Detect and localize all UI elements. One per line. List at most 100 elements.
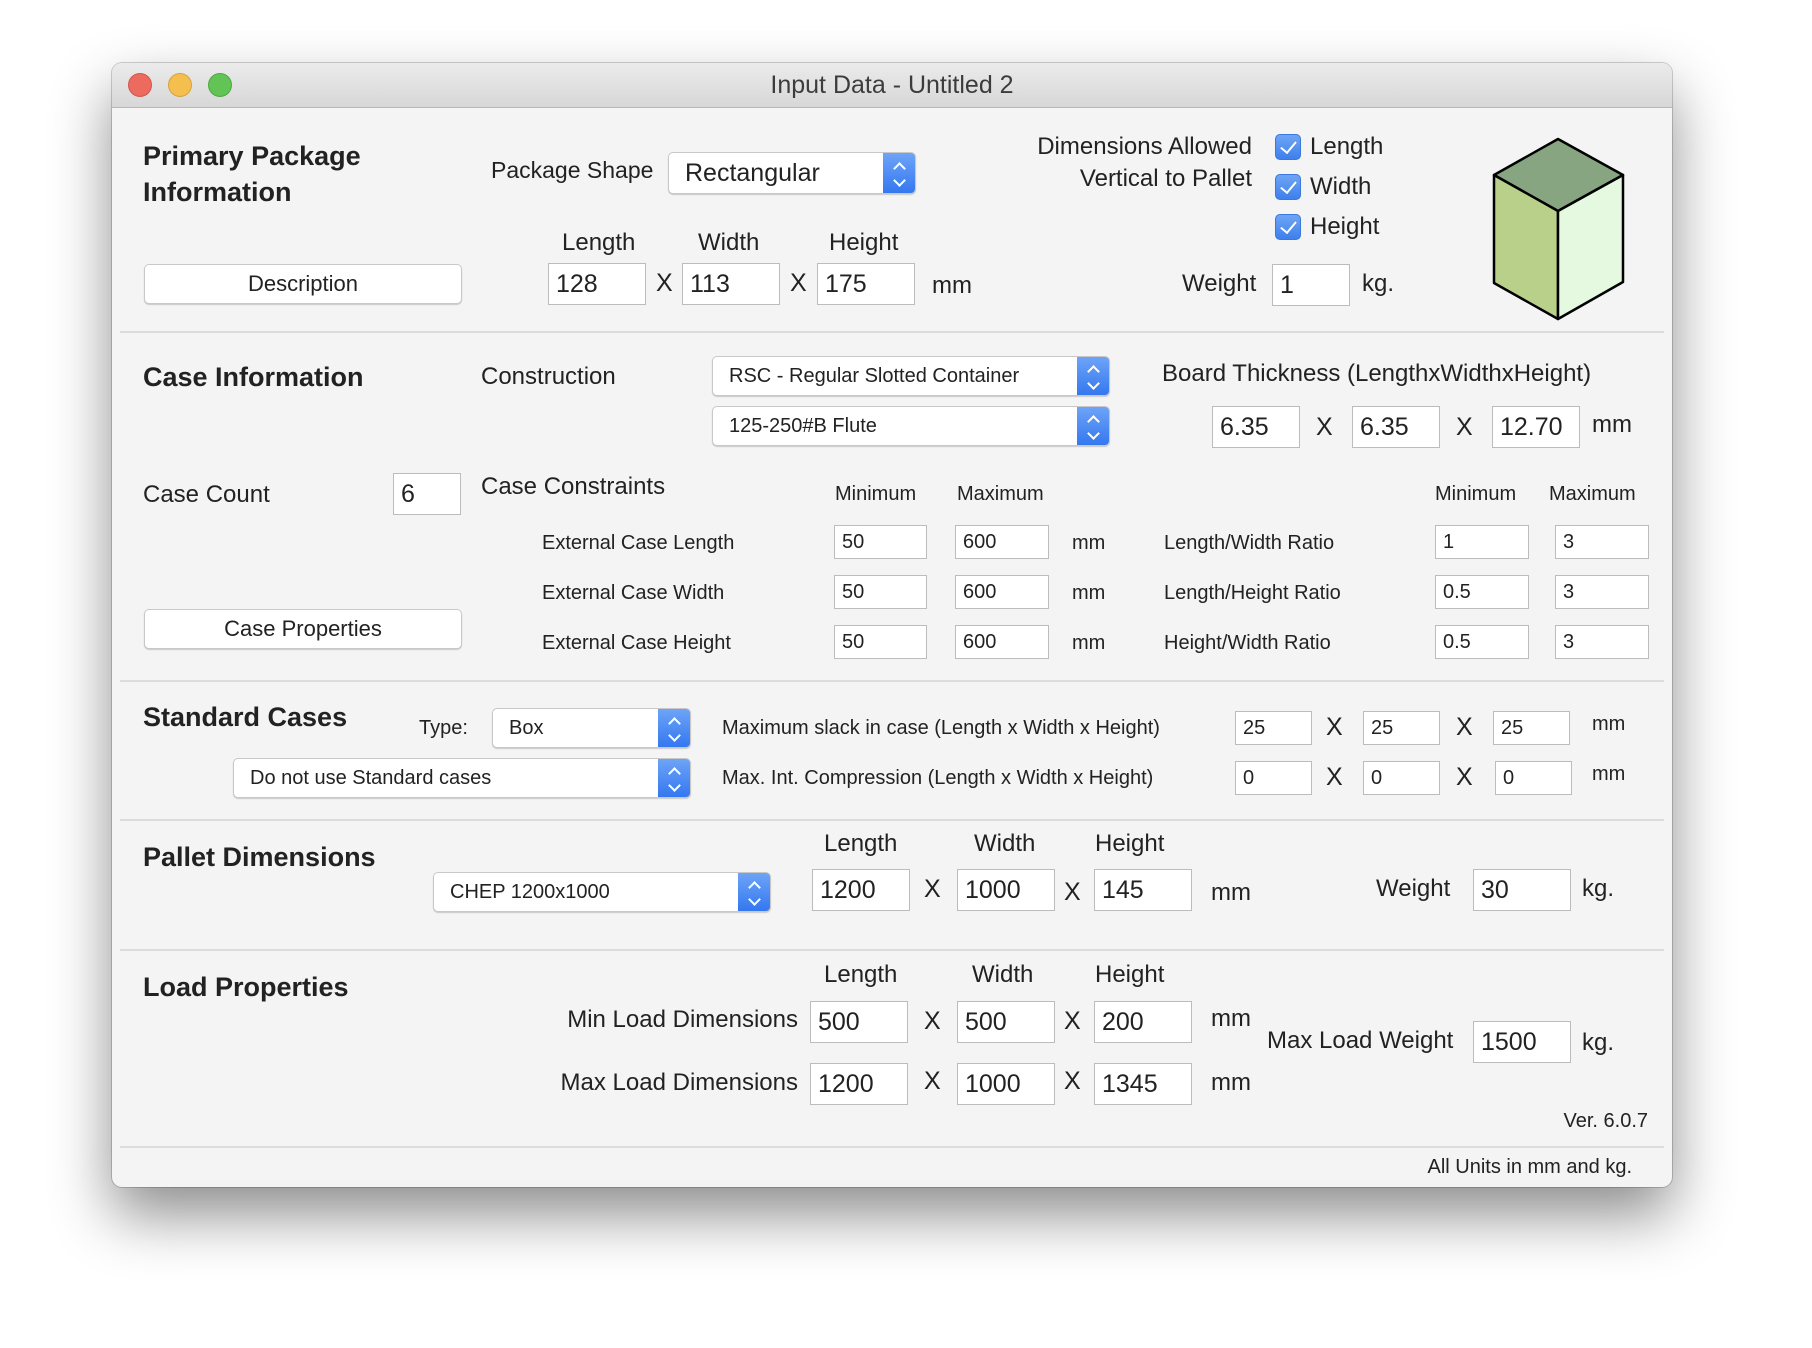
- times-label: X: [1326, 713, 1343, 741]
- load-heading: Load Properties: [143, 972, 349, 1002]
- dimension-constraint-min-input[interactable]: [834, 625, 927, 659]
- package-weight-input[interactable]: [1272, 264, 1350, 306]
- ratio-constraint-min-input[interactable]: [1435, 575, 1529, 609]
- max-load-length-input[interactable]: [810, 1063, 908, 1105]
- times-label: X: [924, 875, 941, 903]
- ratio-maximum-header: Maximum: [1549, 483, 1636, 505]
- slack-width-input[interactable]: [1363, 711, 1440, 745]
- input-data-window: Input Data - Untitled 2 Primary Package …: [112, 63, 1672, 1187]
- max-load-weight-input[interactable]: [1473, 1021, 1571, 1063]
- case-heading: Case Information: [143, 362, 364, 392]
- max-load-width-input[interactable]: [957, 1063, 1055, 1105]
- max-load-height-input[interactable]: [1094, 1063, 1192, 1105]
- pallet-weight-label: Weight: [1376, 875, 1451, 902]
- case-constraints-label: Case Constraints: [481, 473, 666, 500]
- dimension-constraint-label: External Case Height: [542, 632, 731, 654]
- times-label: X: [1064, 878, 1081, 906]
- pallet-heading: Pallet Dimensions: [143, 842, 376, 872]
- min-load-dimensions-label: Min Load Dimensions: [567, 1006, 798, 1033]
- updown-chevron-icon: [658, 709, 690, 747]
- min-load-height-input[interactable]: [1094, 1001, 1192, 1043]
- dims-allowed-label-line2: Vertical to Pallet: [1079, 165, 1252, 192]
- standard-case-type-select[interactable]: Box: [492, 708, 691, 748]
- dimension-constraint-max-input[interactable]: [955, 525, 1049, 559]
- load-col-height-label: Height: [1095, 961, 1165, 988]
- ratio-constraint-min-input[interactable]: [1435, 525, 1529, 559]
- dimension-constraint-label: External Case Length: [542, 532, 735, 554]
- min-load-width-input[interactable]: [957, 1001, 1055, 1043]
- construction-select[interactable]: RSC - Regular Slotted Container: [712, 356, 1110, 396]
- pallet-length-input[interactable]: [812, 869, 910, 911]
- unit-mm-label: mm: [1211, 879, 1251, 906]
- pallet-weight-input[interactable]: [1473, 869, 1571, 911]
- standard-cases-heading: Standard Cases: [143, 702, 348, 732]
- package-length-input[interactable]: [548, 263, 646, 305]
- min-load-length-input[interactable]: [810, 1001, 908, 1043]
- updown-chevron-icon: [658, 759, 690, 797]
- pallet-height-input[interactable]: [1094, 869, 1192, 911]
- dims-allowed-label-line1: Dimensions Allowed: [1037, 133, 1252, 160]
- unit-mm-label: mm: [1592, 763, 1626, 785]
- checkbox-height-label: Height: [1310, 213, 1380, 240]
- pallet-col-length-label: Length: [824, 830, 898, 857]
- package-shape-label: Package Shape: [491, 157, 654, 183]
- unit-mm-label: mm: [1211, 1069, 1251, 1096]
- times-label: X: [656, 269, 673, 297]
- dimension-constraint-label: External Case Width: [542, 582, 725, 604]
- checkbox-length-label: Length: [1310, 133, 1384, 160]
- section-divider: [120, 949, 1664, 951]
- section-divider: [120, 819, 1664, 821]
- times-label: X: [1456, 713, 1473, 741]
- standard-cases-usage-select[interactable]: Do not use Standard cases: [233, 758, 691, 798]
- times-label: X: [1064, 1067, 1081, 1095]
- max-compression-label: Max. Int. Compression (Length x Width x …: [722, 767, 1154, 789]
- ratio-constraint-min-input[interactable]: [1435, 625, 1529, 659]
- dimension-constraint-min-input[interactable]: [834, 525, 927, 559]
- case-count-label: Case Count: [143, 481, 270, 508]
- units-note: All Units in mm and kg.: [1427, 1156, 1632, 1178]
- description-button[interactable]: Description: [144, 264, 462, 304]
- dimension-constraint-max-input[interactable]: [955, 575, 1049, 609]
- unit-mm-label: mm: [1072, 632, 1106, 654]
- checkbox-width[interactable]: [1275, 174, 1301, 200]
- board-grade-select[interactable]: 125-250#B Flute: [712, 406, 1110, 446]
- dimension-constraint-max-input[interactable]: [955, 625, 1049, 659]
- board-thickness-width-input[interactable]: [1352, 406, 1440, 448]
- pallet-col-width-label: Width: [974, 830, 1036, 857]
- checkbox-height[interactable]: [1275, 214, 1301, 240]
- package-shape-select[interactable]: Rectangular: [668, 152, 916, 194]
- dimension-constraint-min-input[interactable]: [834, 575, 927, 609]
- ratio-constraint-max-input[interactable]: [1555, 525, 1649, 559]
- col-height-label: Height: [829, 229, 899, 256]
- unit-mm-label: mm: [1592, 713, 1626, 735]
- section-divider: [120, 1146, 1664, 1148]
- pallet-col-height-label: Height: [1095, 830, 1165, 857]
- compression-height-input[interactable]: [1495, 761, 1572, 795]
- compression-width-input[interactable]: [1363, 761, 1440, 795]
- ratio-constraint-max-input[interactable]: [1555, 575, 1649, 609]
- board-thickness-length-input[interactable]: [1212, 406, 1300, 448]
- case-count-input[interactable]: [393, 473, 461, 515]
- construction-value: RSC - Regular Slotted Container: [729, 364, 1020, 387]
- board-thickness-height-input[interactable]: [1492, 406, 1580, 448]
- package-cube-icon: [1492, 137, 1625, 321]
- updown-chevron-icon: [1077, 407, 1109, 445]
- times-label: X: [924, 1007, 941, 1035]
- package-height-input[interactable]: [817, 263, 915, 305]
- col-length-label: Length: [562, 229, 636, 256]
- package-width-input[interactable]: [682, 263, 780, 305]
- slack-length-input[interactable]: [1235, 711, 1312, 745]
- case-properties-button[interactable]: Case Properties: [144, 609, 462, 649]
- pallet-type-select[interactable]: CHEP 1200x1000: [433, 872, 771, 912]
- times-label: X: [1456, 413, 1473, 441]
- ratio-constraint-max-input[interactable]: [1555, 625, 1649, 659]
- unit-kg-label: kg.: [1582, 875, 1615, 902]
- compression-length-input[interactable]: [1235, 761, 1312, 795]
- checkbox-length[interactable]: [1275, 134, 1301, 160]
- pallet-width-input[interactable]: [957, 869, 1055, 911]
- standard-cases-usage-value: Do not use Standard cases: [250, 766, 492, 789]
- board-thickness-label: Board Thickness (LengthxWidthxHeight): [1162, 360, 1592, 387]
- slack-height-input[interactable]: [1493, 711, 1570, 745]
- unit-mm-label: mm: [1211, 1005, 1251, 1032]
- unit-mm-label: mm: [1072, 582, 1106, 604]
